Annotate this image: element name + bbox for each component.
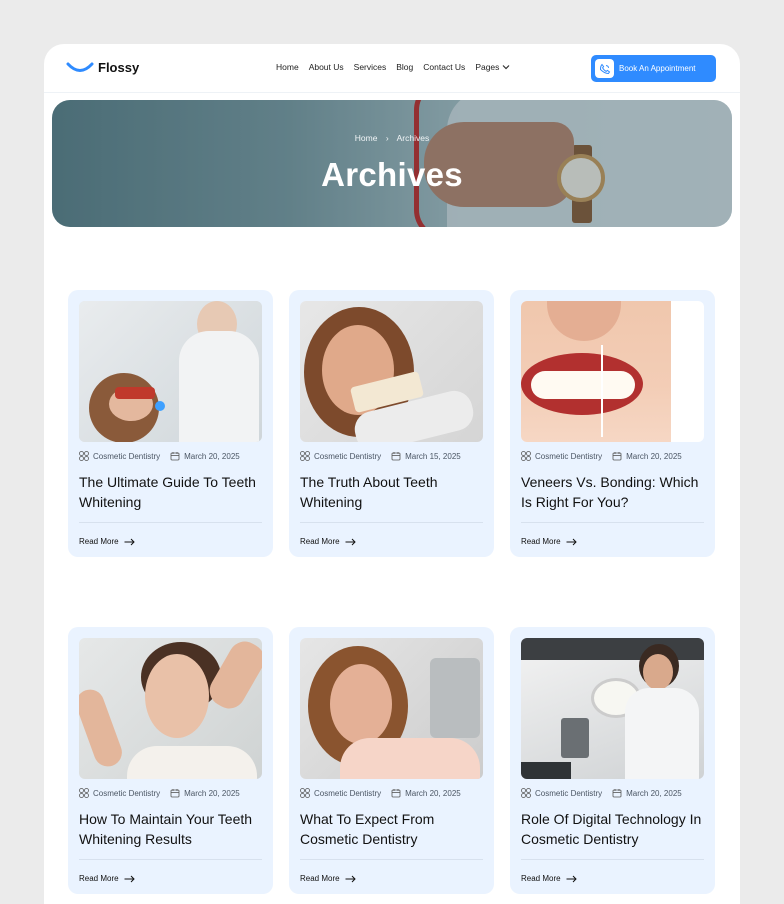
nav-home[interactable]: Home (276, 62, 299, 72)
post-title[interactable]: The Truth About Teeth Whitening (300, 472, 483, 512)
chevron-right-icon: › (385, 133, 389, 143)
divider (79, 859, 262, 860)
post-image[interactable] (521, 301, 704, 442)
read-more-link[interactable]: Read More (79, 537, 262, 546)
blog-card[interactable]: Cosmetic Dentistry March 20, 2025 What T… (289, 627, 494, 894)
nav-pages[interactable]: Pages (475, 62, 510, 72)
post-category[interactable]: Cosmetic Dentistry (93, 789, 160, 798)
nav-contact-us[interactable]: Contact Us (423, 62, 465, 72)
read-more-label: Read More (521, 537, 561, 546)
nav-services[interactable]: Services (354, 62, 387, 72)
page-container: Flossy Home About Us Services Blog Conta… (44, 44, 740, 904)
post-category[interactable]: Cosmetic Dentistry (535, 452, 602, 461)
post-image[interactable] (300, 638, 483, 779)
logo-text: Flossy (98, 60, 140, 75)
nav-blog[interactable]: Blog (396, 62, 413, 72)
post-category[interactable]: Cosmetic Dentistry (314, 789, 381, 798)
post-meta: Cosmetic Dentistry March 20, 2025 (521, 788, 704, 798)
post-image[interactable] (79, 638, 262, 779)
category-grid-icon (521, 788, 531, 798)
arrow-right-icon (124, 875, 135, 882)
blog-card[interactable]: Cosmetic Dentistry March 20, 2025 The Ul… (68, 290, 273, 557)
calendar-icon (391, 789, 401, 798)
blog-card[interactable]: Cosmetic Dentistry March 20, 2025 Role O… (510, 627, 715, 894)
category-grid-icon (300, 788, 310, 798)
read-more-link[interactable]: Read More (300, 874, 483, 883)
read-more-label: Read More (300, 537, 340, 546)
read-more-label: Read More (300, 874, 340, 883)
post-date: March 20, 2025 (405, 788, 461, 798)
post-meta: Cosmetic Dentistry March 15, 2025 (300, 451, 483, 461)
calendar-icon (170, 789, 180, 798)
page-title: Archives (321, 156, 463, 193)
arrow-right-icon (345, 875, 356, 882)
read-more-label: Read More (79, 537, 119, 546)
post-date: March 20, 2025 (626, 451, 682, 461)
arrow-right-icon (566, 538, 577, 545)
divider (79, 522, 262, 523)
post-title[interactable]: What To Expect From Cosmetic Dentistry (300, 809, 483, 849)
blog-card[interactable]: Cosmetic Dentistry March 20, 2025 How To… (68, 627, 273, 894)
post-meta: Cosmetic Dentistry March 20, 2025 (521, 451, 704, 461)
post-title[interactable]: Role Of Digital Technology In Cosmetic D… (521, 809, 704, 849)
book-appointment-label: Book An Appointment (619, 64, 696, 73)
category-grid-icon (300, 451, 310, 461)
post-date: March 20, 2025 (626, 788, 682, 798)
site-header: Flossy Home About Us Services Blog Conta… (44, 44, 740, 93)
chevron-down-icon (502, 65, 510, 70)
post-meta: Cosmetic Dentistry March 20, 2025 (79, 451, 262, 461)
post-meta: Cosmetic Dentistry March 20, 2025 (79, 788, 262, 798)
nav-about-us[interactable]: About Us (309, 62, 344, 72)
read-more-link[interactable]: Read More (521, 874, 704, 883)
logo[interactable]: Flossy (66, 60, 139, 75)
divider (300, 522, 483, 523)
post-image[interactable] (521, 638, 704, 779)
post-category[interactable]: Cosmetic Dentistry (93, 452, 160, 461)
arrow-right-icon (345, 538, 356, 545)
post-category[interactable]: Cosmetic Dentistry (314, 452, 381, 461)
post-date: March 15, 2025 (405, 451, 461, 461)
calendar-icon (612, 789, 622, 798)
read-more-link[interactable]: Read More (79, 874, 262, 883)
smile-logo-icon (66, 62, 94, 72)
divider (521, 522, 704, 523)
read-more-link[interactable]: Read More (300, 537, 483, 546)
read-more-link[interactable]: Read More (521, 537, 704, 546)
post-category[interactable]: Cosmetic Dentistry (535, 789, 602, 798)
post-meta: Cosmetic Dentistry March 20, 2025 (300, 788, 483, 798)
read-more-label: Read More (79, 874, 119, 883)
calendar-icon (391, 452, 401, 461)
calendar-icon (170, 452, 180, 461)
main-nav: Home About Us Services Blog Contact Us P… (276, 62, 510, 72)
category-grid-icon (79, 451, 89, 461)
blog-card[interactable]: Cosmetic Dentistry March 20, 2025 Veneer… (510, 290, 715, 557)
post-image[interactable] (300, 301, 483, 442)
read-more-label: Read More (521, 874, 561, 883)
book-appointment-button[interactable]: Book An Appointment (591, 55, 716, 82)
divider (300, 859, 483, 860)
post-title[interactable]: Veneers Vs. Bonding: Which Is Right For … (521, 472, 704, 512)
arrow-right-icon (124, 538, 135, 545)
breadcrumb-current: Archives (396, 133, 430, 143)
breadcrumb: Home › Archives (52, 133, 732, 143)
hero-banner: Home › Archives Archives (52, 100, 732, 227)
nav-pages-label: Pages (475, 62, 500, 72)
post-title[interactable]: The Ultimate Guide To Teeth Whitening (79, 472, 262, 512)
arrow-right-icon (566, 875, 577, 882)
post-date: March 20, 2025 (184, 451, 240, 461)
divider (521, 859, 704, 860)
calendar-icon (612, 452, 622, 461)
phone-icon (595, 59, 614, 78)
category-grid-icon (79, 788, 89, 798)
category-grid-icon (521, 451, 531, 461)
breadcrumb-home[interactable]: Home (355, 133, 378, 143)
post-title[interactable]: How To Maintain Your Teeth Whitening Res… (79, 809, 262, 849)
post-date: March 20, 2025 (184, 788, 240, 798)
blog-card[interactable]: Cosmetic Dentistry March 15, 2025 The Tr… (289, 290, 494, 557)
post-image[interactable] (79, 301, 262, 442)
